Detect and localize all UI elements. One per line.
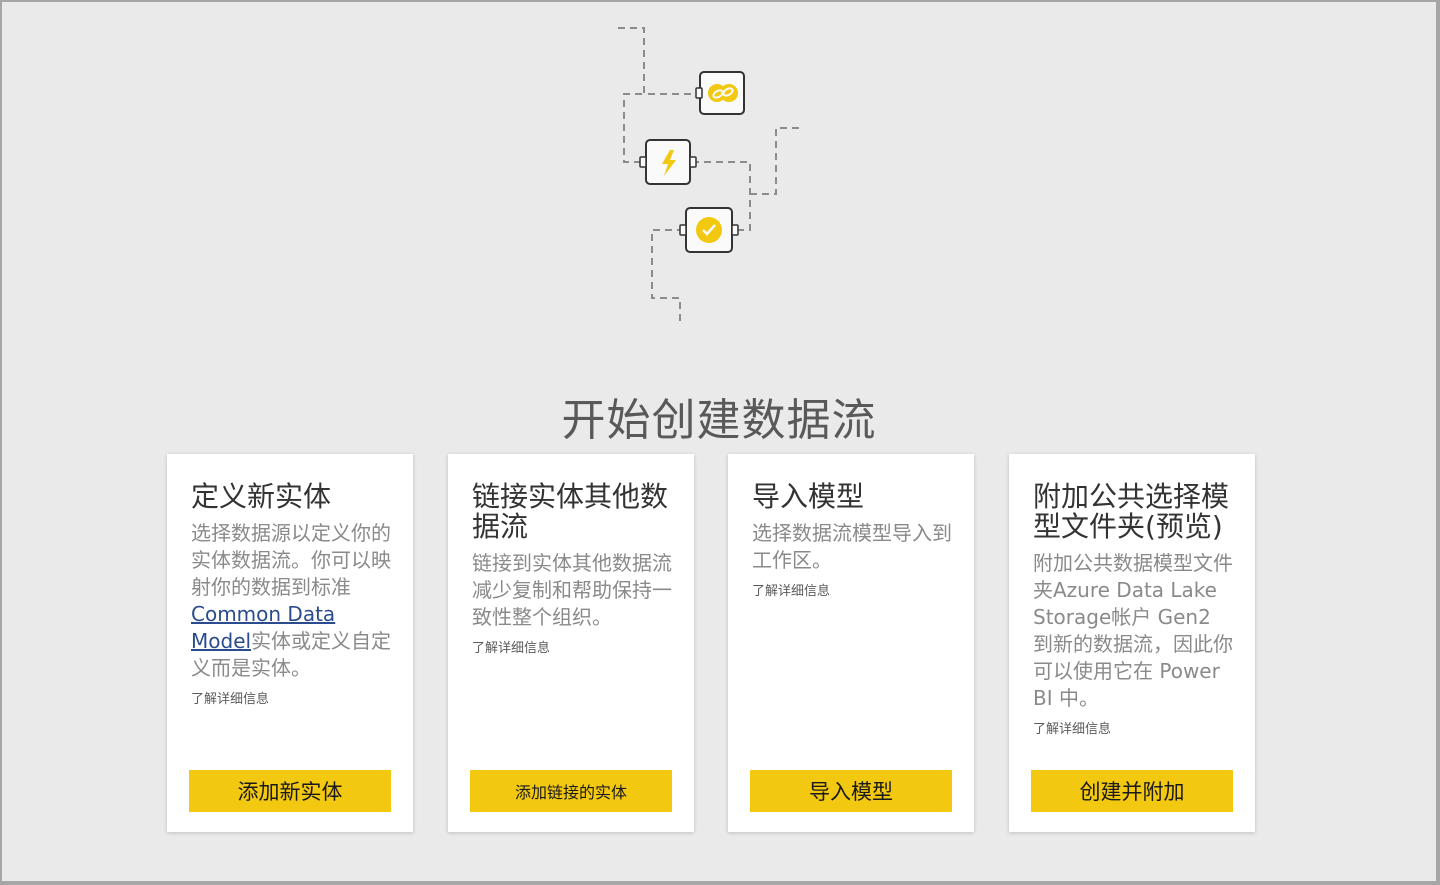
link-icon [708,84,738,102]
card-link-entities: 链接实体其他数据流 链接到实体其他数据流减少复制和帮助保持一致性整个组织。 了解… [448,454,694,832]
card-title: 附加公共选择模型文件夹(预览) [1033,482,1230,543]
transform-node [639,139,697,185]
card-description: 链接到实体其他数据流减少复制和帮助保持一致性整个组织。 [472,551,672,629]
card-title: 链接实体其他数据流 [472,482,669,543]
card-description: 选择数据源以定义你的实体数据流。你可以映射你的数据到标准Common Data … [191,520,395,682]
learn-more-link[interactable]: 了解详细信息 [472,637,676,656]
card-title: 定义新实体 [191,482,332,513]
import-model-button[interactable]: 导入模型 [750,770,952,812]
card-description-text: 选择数据源以定义你的实体数据流。你可以映射你的数据到标准 [191,521,391,599]
dataflow-illustration [618,27,802,322]
create-and-attach-button[interactable]: 创建并附加 [1031,770,1233,812]
page-title: 开始创建数据流 [561,395,877,446]
verified-badge-icon [696,217,722,243]
validate-node [679,207,739,253]
card-description: 选择数据流模型导入到工作区。 [752,521,952,572]
learn-more-link[interactable]: 了解详细信息 [1033,718,1237,737]
card-description: 附加公共数据模型文件夹Azure Data Lake Storage帐户 Gen… [1033,551,1233,710]
card-title: 导入模型 [752,482,865,513]
card-import-model: 导入模型 选择数据流模型导入到工作区。 了解详细信息 导入模型 [728,454,974,832]
dataflow-start-page: 开始创建数据流 定义新实体 选择数据源以定义你的实体数据流。你可以映射你的数据到… [2,2,1436,881]
add-linked-entity-button[interactable]: 添加链接的实体 [470,770,672,812]
card-define-new-entity: 定义新实体 选择数据源以定义你的实体数据流。你可以映射你的数据到标准Common… [167,454,413,832]
link-node [695,71,745,115]
learn-more-link[interactable]: 了解详细信息 [191,688,395,707]
learn-more-link[interactable]: 了解详细信息 [752,580,956,599]
card-attach-cdm-folder: 附加公共选择模型文件夹(预览) 附加公共数据模型文件夹Azure Data La… [1009,454,1255,832]
add-new-entity-button[interactable]: 添加新实体 [189,770,391,812]
